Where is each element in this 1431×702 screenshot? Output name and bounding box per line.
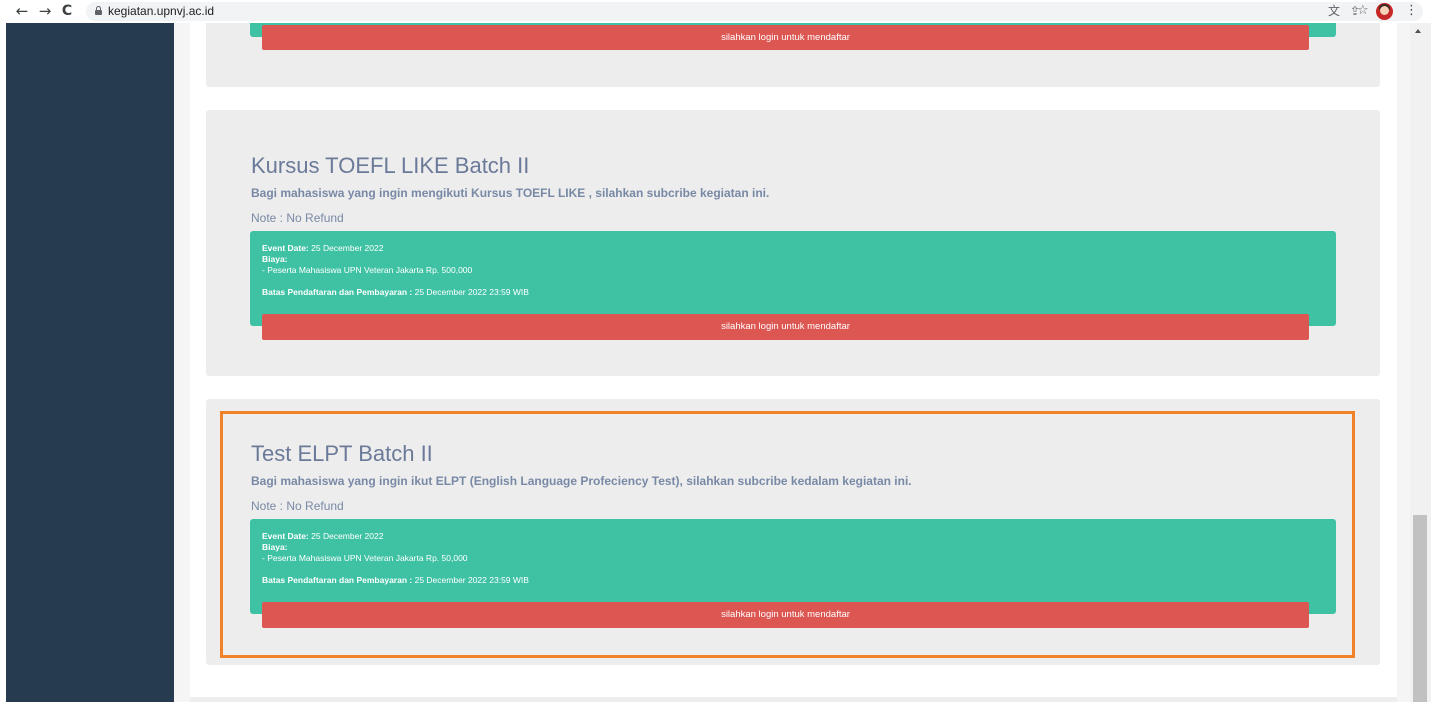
lock-icon[interactable] xyxy=(95,6,102,15)
event-date-line: Event Date: 25 December 2022 xyxy=(262,243,1336,254)
login-to-register-button[interactable]: silahkan login untuk mendaftar xyxy=(262,314,1309,340)
event-date-label: Event Date: xyxy=(262,243,309,253)
right-gutter xyxy=(1397,23,1410,702)
content-footer-edge xyxy=(190,697,1397,702)
deadline-value: 25 December 2022 23:59 WIB xyxy=(412,287,529,297)
highlight-box xyxy=(220,411,1355,658)
deadline-line: Batas Pendaftaran dan Pembayaran : 25 De… xyxy=(262,287,1336,298)
page-gap xyxy=(174,23,190,702)
scroll-up-arrow-icon[interactable] xyxy=(1415,29,1421,33)
forward-arrow-icon[interactable]: → xyxy=(36,1,54,21)
deadline-label: Batas Pendaftaran dan Pembayaran : xyxy=(262,287,413,297)
url-text[interactable]: kegiatan.upnvj.ac.id xyxy=(108,3,214,19)
back-arrow-icon[interactable]: ← xyxy=(13,1,31,21)
address-bar[interactable] xyxy=(86,2,1423,21)
browser-toolbar: ← → C kegiatan.upnvj.ac.id 文 ⇪ ☆ ⋮ xyxy=(0,0,1431,23)
translate-icon[interactable]: 文 xyxy=(1328,2,1340,20)
event-info-box: Event Date: 25 December 2022 Biaya: - Pe… xyxy=(250,231,1336,326)
event-description: Bagi mahasiswa yang ingin mengikuti Kurs… xyxy=(251,186,770,200)
star-icon[interactable]: ☆ xyxy=(1357,2,1369,20)
event-title: Kursus TOEFL LIKE Batch II xyxy=(251,153,530,178)
event-note: Note : No Refund xyxy=(251,211,344,225)
sidebar xyxy=(6,23,174,702)
login-to-register-button[interactable]: silahkan login untuk mendaftar xyxy=(262,25,1309,50)
fee-label: Biaya: xyxy=(262,254,288,264)
reload-icon[interactable]: C xyxy=(58,1,76,21)
avatar[interactable] xyxy=(1376,3,1393,20)
event-date-value: 25 December 2022 xyxy=(308,243,384,253)
scrollbar-thumb[interactable] xyxy=(1413,515,1427,702)
menu-icon[interactable]: ⋮ xyxy=(1405,2,1418,20)
fee-line: - Peserta Mahasiswa UPN Veteran Jakarta … xyxy=(262,265,473,275)
